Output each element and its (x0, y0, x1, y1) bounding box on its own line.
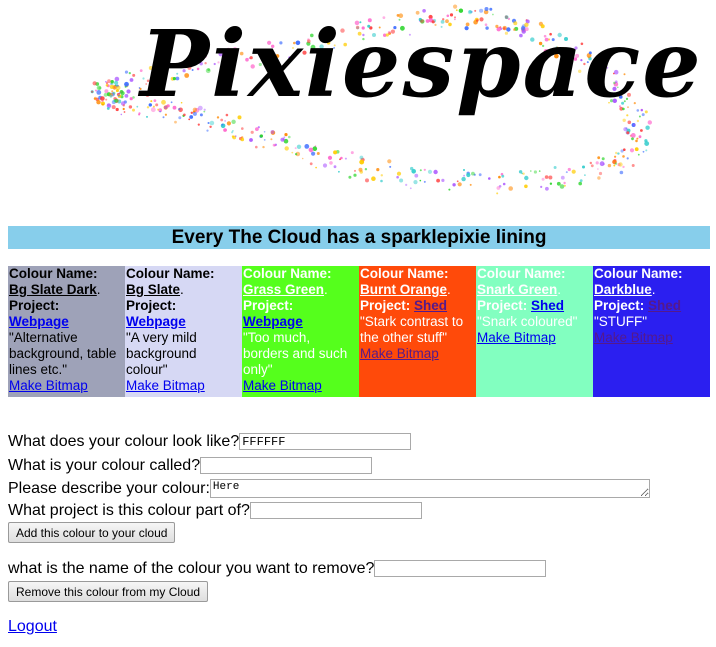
site-logo: Pixiespace (40, 0, 703, 210)
page-banner: Every The Cloud has a sparklepixie linin… (8, 226, 710, 249)
remove-row: what is the name of the colour you want … (8, 559, 547, 578)
colour-cell: Colour Name: Bg Slate Dark. Project: Webpa… (8, 266, 125, 397)
project-link[interactable]: Webpage (126, 314, 186, 329)
period: . (651, 282, 656, 297)
logo-text: Pixiespace (140, 10, 703, 118)
project-label: Project: (594, 298, 645, 313)
project-label: Project: (126, 298, 177, 313)
colour-name-link[interactable]: Bg Slate Dark (9, 282, 97, 297)
colour-name-label: Colour Name: (9, 266, 98, 281)
colour-name-label: Colour Name: (594, 266, 683, 281)
period: . (557, 282, 562, 297)
colour-name-label: Colour Name: (360, 266, 449, 281)
add-colour-button[interactable]: Add this colour to your cloud (8, 522, 176, 543)
remove-colour-input[interactable] (374, 560, 547, 578)
period: . (447, 282, 451, 297)
colour-description: "Alternative background, table lines etc… (9, 330, 117, 377)
make-bitmap-link[interactable]: Make Bitmap (477, 330, 556, 346)
make-bitmap-link[interactable]: Make Bitmap (9, 378, 88, 394)
describe-row: Please describe your colour:Here (8, 479, 650, 499)
period: . (96, 282, 101, 297)
remove-label: what is the name of the colour you want … (8, 560, 375, 577)
project-row: What project is this colour part of? (8, 501, 422, 520)
colour-name-label: Colour Name: (126, 266, 215, 281)
colour-cloud-table: Colour Name: Bg Slate Dark. Project: Webpa… (8, 266, 710, 397)
colour-name-link[interactable]: Darkblue (594, 282, 652, 297)
describe-label: Please describe your colour: (8, 480, 210, 497)
project-label: Project: (243, 298, 294, 313)
project-label: Project: (477, 298, 528, 313)
colour-cell: Colour Name: Darkblue. Project: Shed "STUFF… (593, 266, 710, 397)
project-label: Project: (9, 298, 60, 313)
colour-name-input[interactable] (200, 457, 373, 475)
project-link[interactable]: Webpage (9, 314, 69, 329)
colour-name-label: Colour Name: (477, 266, 566, 281)
look-label: What does your colour look like? (8, 433, 240, 450)
colour-cell: Colour Name: Snark Green. Project: Shed "Sn… (476, 266, 593, 397)
colour-name-link[interactable]: Burnt Orange (360, 282, 447, 297)
colour-cell: Colour Name: Grass Green. Project: Webpage… (242, 266, 359, 397)
remove-colour-button[interactable]: Remove this colour from my Cloud (8, 581, 209, 602)
make-bitmap-link[interactable]: Make Bitmap (360, 346, 439, 362)
project-link[interactable]: Webpage (243, 314, 303, 329)
colour-name-link[interactable]: Snark Green (477, 282, 557, 297)
period: . (180, 282, 184, 297)
colour-description: "Too much, borders and such only" (243, 330, 348, 377)
colour-name-label: Colour Name: (243, 266, 332, 281)
project-input[interactable] (249, 502, 422, 520)
project-link[interactable]: Shed (531, 298, 564, 313)
make-bitmap-link[interactable]: Make Bitmap (594, 330, 673, 346)
project-link[interactable]: Shed (648, 298, 681, 313)
look-row: What does your colour look like? (8, 432, 412, 451)
project-label: What project is this colour part of? (8, 502, 250, 519)
colour-description: "Snark coloured" (477, 314, 578, 329)
colour-description: "Stark contrast to the other stuff" (360, 314, 464, 345)
called-row: What is your colour called? (8, 456, 373, 475)
colour-name-link[interactable]: Bg Slate (126, 282, 180, 297)
colour-cell: Colour Name: Bg Slate. Project: Webpage "A … (125, 266, 242, 397)
make-bitmap-link[interactable]: Make Bitmap (126, 378, 205, 394)
colour-description: "A very mild background colour" (126, 330, 197, 377)
colour-cell: Colour Name: Burnt Orange. Project: Shed "S… (359, 266, 476, 397)
colour-name-link[interactable]: Grass Green (243, 282, 324, 297)
project-label: Project: (360, 298, 411, 313)
make-bitmap-link[interactable]: Make Bitmap (243, 378, 322, 394)
colour-look-input[interactable] (239, 433, 412, 451)
logout-link[interactable]: Logout (8, 618, 57, 636)
period: . (324, 282, 328, 297)
colour-description: "STUFF" (594, 314, 648, 329)
project-link[interactable]: Shed (414, 298, 447, 313)
colour-description-textarea[interactable]: Here (209, 479, 650, 499)
called-label: What is your colour called? (8, 457, 201, 474)
